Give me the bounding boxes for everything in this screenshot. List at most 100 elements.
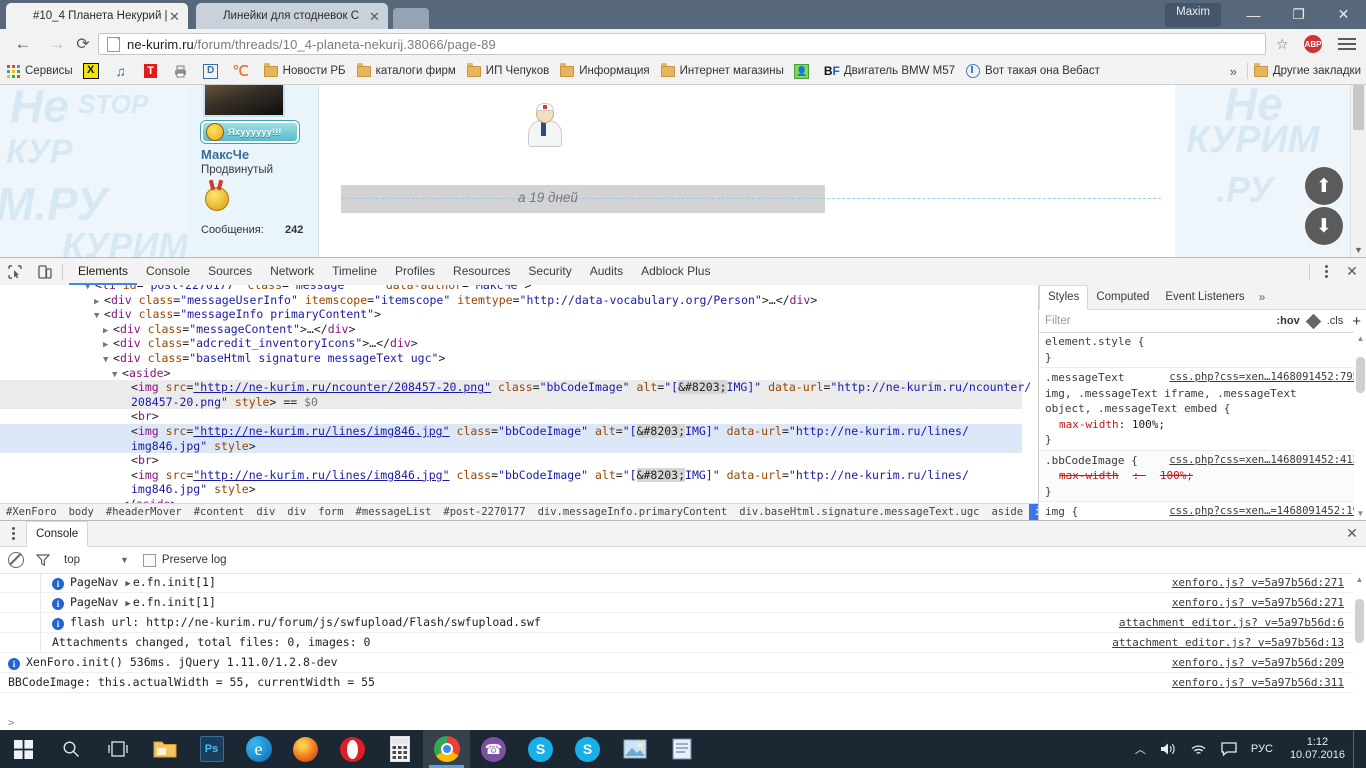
bookmark-music[interactable]: ♫ (108, 58, 138, 84)
dom-token[interactable]: "http://ne-kurim.ru/ncounter/208457-20.p… (193, 380, 491, 394)
skype-button[interactable]: S (517, 730, 564, 768)
bookmark-bmw-m57[interactable]: BFДвигатель BMW M57 (819, 58, 960, 84)
breadcrumb[interactable]: #XenForobody#headerMover#contentdivdivfo… (0, 503, 1038, 521)
opera-button[interactable] (329, 730, 376, 768)
page-scrollbar-thumb[interactable] (1353, 85, 1364, 130)
breadcrumb-item[interactable]: #headerMover (100, 504, 188, 521)
close-icon[interactable]: ✕ (167, 10, 182, 23)
console-message[interactable]: iPageNav ▶e.fn.init[1]xenforo.js? v=5a97… (0, 573, 1366, 593)
drawer-tab-console[interactable]: Console (26, 521, 88, 547)
page-info-icon[interactable] (107, 37, 120, 52)
scroll-to-top-button[interactable]: ⬆ (1305, 167, 1343, 205)
dom-node-line[interactable]: <br> (0, 409, 1022, 424)
style-source-link[interactable]: css.php?css=xen…1468091452:412 (1169, 453, 1359, 469)
twisty-collapsed-icon[interactable]: ▶ (125, 599, 130, 609)
back-button[interactable]: ← (6, 29, 40, 58)
search-button[interactable] (47, 730, 94, 768)
dom-token[interactable]: "http://ne-kurim.ru/lines/img846.jpg" (193, 468, 449, 482)
breadcrumb-item[interactable]: #post-2270177 (437, 504, 531, 521)
breadcrumb-item[interactable]: div (250, 504, 281, 521)
style-source-link[interactable]: css.php?css=xen…1468091452:795 (1169, 370, 1359, 386)
console-message[interactable]: iflash url: http://ne-kurim.ru/forum/js/… (0, 613, 1366, 633)
style-rule[interactable]: css.php?css=xen…1468091452:795 .messageT… (1039, 368, 1366, 451)
styles-scrollbar-thumb[interactable] (1356, 357, 1365, 393)
bookmark-internet-magaziny[interactable]: Интернет магазины (655, 58, 789, 84)
other-bookmarks-folder[interactable]: Другие закладки (1248, 58, 1366, 84)
photoshop-button[interactable]: Ps (188, 730, 235, 768)
volume-icon[interactable] (1160, 742, 1176, 756)
adblock-plus-icon[interactable]: ABP (1304, 35, 1322, 53)
dom-node-line[interactable]: <img src="http://ne-kurim.ru/ncounter/20… (0, 380, 1022, 395)
devtools-tab-console[interactable]: Console (137, 258, 199, 285)
window-user-button[interactable]: Maxim (1165, 3, 1221, 27)
style-declaration[interactable]: max-width: 100%; (1045, 468, 1361, 484)
console-object-preview[interactable]: e.fn.init[1] (133, 575, 216, 589)
bookmark-ip-chepukov[interactable]: ИП Чепуков (461, 58, 554, 84)
console-context-selector[interactable]: top (64, 554, 80, 566)
elements-dom-tree[interactable]: ▼<li id="post-2270177" class="message " … (0, 285, 1038, 503)
console-source-link[interactable]: xenforo.js? v=5a97b56d:311 (1172, 673, 1344, 692)
devtools-tab-audits[interactable]: Audits (581, 258, 632, 285)
bookmark-green-person[interactable]: 👤 (789, 58, 819, 84)
scroll-to-bottom-button[interactable]: ⬇ (1305, 207, 1343, 245)
devtools-tab-adblock-plus[interactable]: Adblock Plus (632, 258, 719, 285)
bookmark-novosti-rb[interactable]: Новости РБ (258, 58, 351, 84)
post-author-name[interactable]: МаксЧе (201, 147, 249, 162)
tab-styles[interactable]: Styles (1039, 285, 1088, 310)
notepad-button[interactable] (658, 730, 705, 768)
hov-toggle[interactable]: :hov (1277, 315, 1300, 327)
firefox-button[interactable] (282, 730, 329, 768)
viber-button[interactable]: ☎ (470, 730, 517, 768)
console-message[interactable]: BBCodeImage: this.actualWidth = 55, curr… (0, 673, 1366, 693)
console-source-link[interactable]: attachment editor.js? v=5a97b56d:13 (1112, 633, 1344, 652)
bookmark-printer[interactable] (168, 58, 198, 84)
preserve-log-checkbox[interactable] (143, 554, 156, 567)
devtools-tab-resources[interactable]: Resources (444, 258, 519, 285)
breadcrumb-item[interactable]: body (63, 504, 100, 521)
console-message[interactable]: Attachments changed, total files: 0, ima… (0, 633, 1366, 653)
address-bar[interactable]: ne-kurim.ru/forum/threads/10_4-planeta-n… (98, 33, 1266, 55)
wifi-icon[interactable] (1190, 742, 1207, 756)
console-message[interactable]: iPageNav ▶e.fn.init[1]xenforo.js? v=5a97… (0, 593, 1366, 613)
calculator-button[interactable] (376, 730, 423, 768)
breadcrumb-item[interactable]: #XenForo (0, 504, 63, 521)
edge-button[interactable]: e (235, 730, 282, 768)
dom-node-line[interactable]: ▼<div class="messageInfo primaryContent"… (0, 307, 1022, 322)
dom-node-line[interactable]: ▼<li id="post-2270177" class="message " … (0, 285, 1022, 293)
reload-button[interactable]: ⟳ (66, 29, 100, 58)
style-source-link[interactable]: css.php?css=xen…=1468091452:19 (1169, 504, 1359, 520)
breadcrumb-item[interactable]: div.messageInfo.primaryContent (532, 504, 734, 521)
page-scrollbar[interactable]: ▼ (1350, 85, 1366, 257)
console-source-link[interactable]: xenforo.js? v=5a97b56d:271 (1172, 573, 1344, 592)
style-rule[interactable]: element.style { } (1039, 332, 1366, 368)
breadcrumb-item[interactable]: #messageList (350, 504, 438, 521)
clock[interactable]: 1:12 10.07.2016 (1290, 736, 1345, 762)
tab-event-listeners[interactable]: Event Listeners (1157, 286, 1252, 309)
photo-viewer-button[interactable] (611, 730, 658, 768)
language-indicator[interactable]: РУС (1251, 743, 1273, 755)
bookmark-c[interactable]: ℃ (228, 58, 258, 84)
chrome-menu-icon[interactable] (1338, 35, 1356, 53)
breadcrumb-item[interactable]: form (312, 504, 349, 521)
styles-tabs-overflow[interactable]: » (1253, 286, 1272, 309)
bookmarks-overflow-button[interactable]: » (1220, 64, 1247, 79)
task-view-button[interactable] (94, 730, 141, 768)
window-maximize-button[interactable]: ❐ (1276, 0, 1321, 29)
dom-node-line[interactable]: img846.jpg" style> (0, 439, 1022, 454)
bookmark-t[interactable]: T (138, 58, 168, 84)
styles-scrollbar[interactable]: ▲ ▼ (1354, 332, 1366, 520)
style-rule[interactable]: css.php?css=xen…=1468091452:19 img { (1039, 502, 1366, 520)
dom-node-line[interactable]: ▶<div class="messageContent">…</div> (0, 322, 1022, 337)
browser-tab-2[interactable]: Линейки для стодневок С ✕ (196, 3, 388, 29)
console-source-link[interactable]: xenforo.js? v=5a97b56d:271 (1172, 593, 1344, 612)
drawer-close-icon[interactable]: ✕ (1338, 521, 1366, 546)
console-message[interactable]: iXenForo.init() 536ms. jQuery 1.11.0/1.2… (0, 653, 1366, 673)
show-desktop-button[interactable] (1353, 730, 1360, 768)
styles-filter-input[interactable]: Filter (1045, 315, 1071, 327)
devtools-close-icon[interactable]: ✕ (1338, 258, 1366, 285)
page-viewport[interactable]: Не STOP КУР М.РУ Не КУРИМ .РУ КУРИМ Яхуу… (0, 85, 1366, 257)
dom-node-line[interactable]: img846.jpg" style> (0, 482, 1022, 497)
console-scrollbar-thumb[interactable] (1355, 599, 1364, 643)
dom-node-line[interactable]: <img src="http://ne-kurim.ru/lines/img84… (0, 468, 1022, 483)
console-object-preview[interactable]: e.fn.init[1] (133, 595, 216, 609)
